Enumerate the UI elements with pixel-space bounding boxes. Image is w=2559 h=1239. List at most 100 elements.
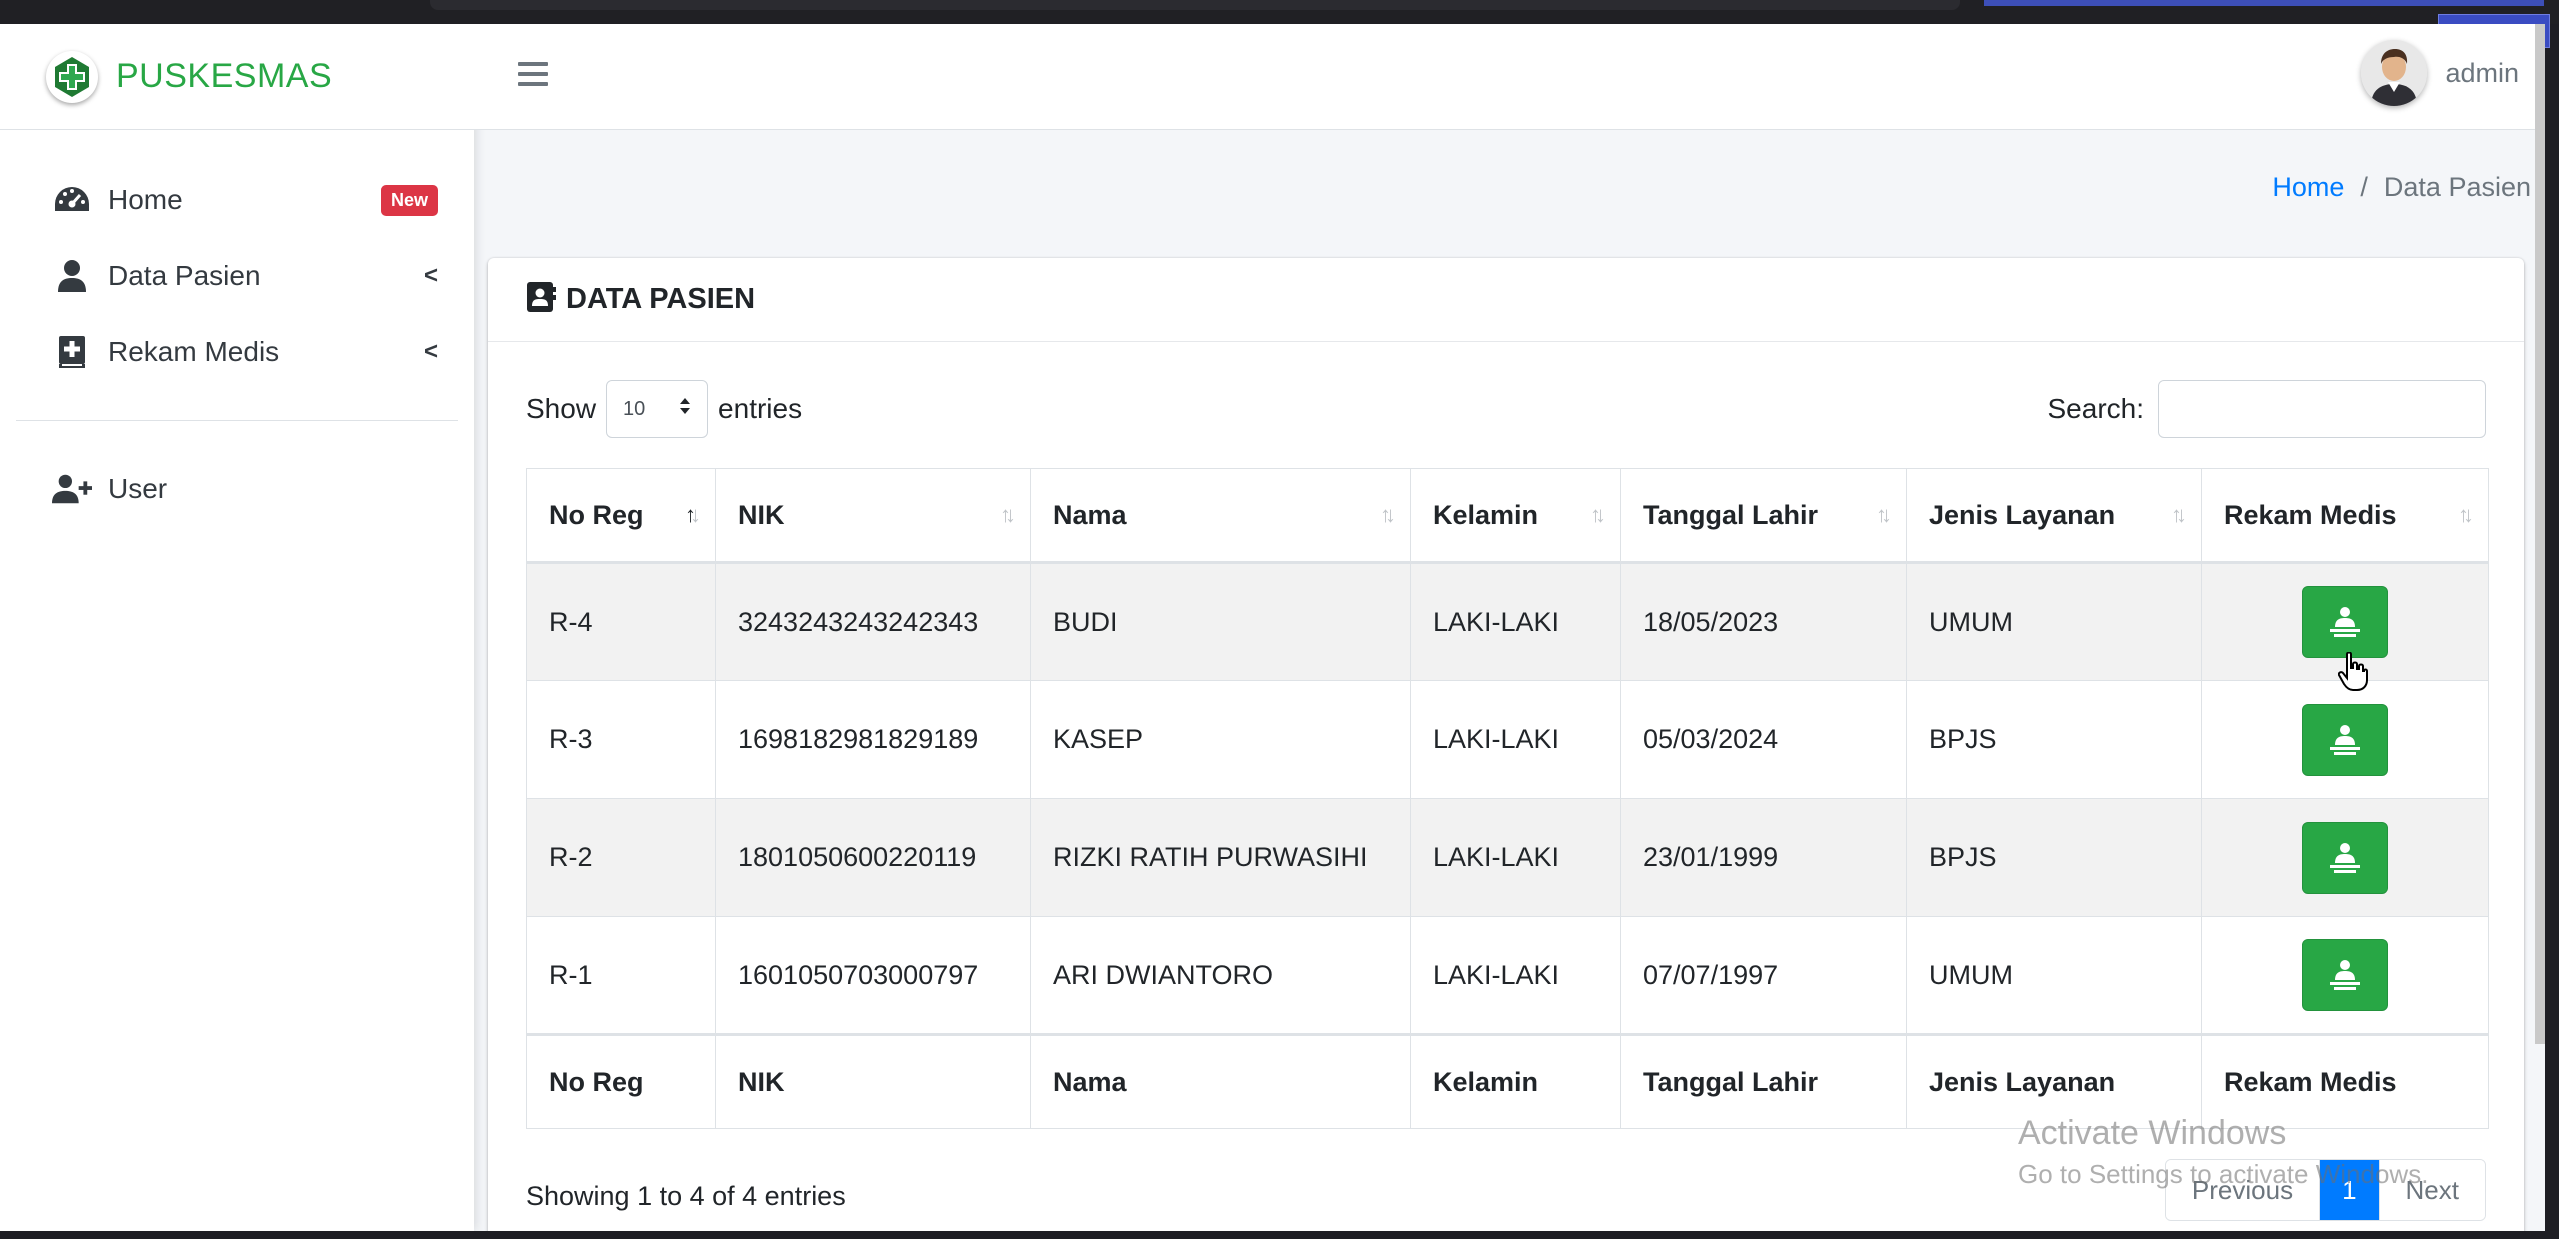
sidebar-item-user[interactable]: User bbox=[16, 453, 458, 525]
app-window: PUSKESMAS Home New Data Pasien < Rekam M… bbox=[0, 24, 2545, 1231]
user-name: admin bbox=[2445, 57, 2519, 88]
footer-nama: Nama bbox=[1030, 1033, 1411, 1129]
vertical-scrollbar[interactable] bbox=[2535, 24, 2545, 1044]
sidebar-item-home[interactable]: Home New bbox=[16, 164, 458, 236]
breadcrumb-separator: / bbox=[2360, 172, 2368, 202]
cell-tanggal-lahir: 07/07/1997 bbox=[1620, 916, 1907, 1035]
chevron-left-icon: < bbox=[423, 338, 438, 365]
cell-nama: ARI DWIANTORO bbox=[1030, 916, 1411, 1035]
sidebar-item-label: Home bbox=[108, 184, 183, 215]
pagination: Previous 1 Next bbox=[2164, 1159, 2486, 1221]
length-value: 10 bbox=[623, 397, 646, 420]
search-control: Search: bbox=[2048, 380, 2486, 438]
sort-updown-icon bbox=[679, 397, 691, 421]
pagination-previous-button[interactable]: Previous bbox=[2165, 1160, 2320, 1220]
entries-label: entries bbox=[718, 393, 803, 424]
cell-nik: 1601050703000797 bbox=[715, 916, 1031, 1035]
column-header-no-reg[interactable]: No Reg ↑↓ bbox=[526, 468, 716, 564]
table-footer: Showing 1 to 4 of 4 entries Previous 1 N… bbox=[488, 1159, 2524, 1231]
footer-rekam-medis: Rekam Medis bbox=[2201, 1033, 2489, 1129]
column-header-rekam-medis[interactable]: Rekam Medis ↑↓ bbox=[2201, 468, 2489, 564]
cell-tanggal-lahir: 18/05/2023 bbox=[1620, 562, 1907, 681]
cell-no-reg: R-3 bbox=[526, 680, 716, 799]
sort-icon: ↑↓ bbox=[1590, 502, 1606, 527]
user-icon bbox=[52, 259, 92, 293]
footer-nik: NIK bbox=[715, 1033, 1031, 1129]
table-info: Showing 1 to 4 of 4 entries bbox=[526, 1181, 846, 1211]
patients-table: No Reg ↑↓ NIK ↑↓ Nama ↑↓ Kelamin ↑↓ Tanggal … bbox=[526, 468, 2489, 1129]
cell-rekam-medis bbox=[2201, 916, 2489, 1035]
sort-icon: ↑↓ bbox=[2458, 502, 2474, 527]
address-bar[interactable] bbox=[430, 0, 1960, 10]
cell-nik: 1801050600220119 bbox=[715, 798, 1031, 917]
cell-tanggal-lahir: 05/03/2024 bbox=[1620, 680, 1907, 799]
sort-icon: ↑↓ bbox=[1380, 502, 1396, 527]
cell-tanggal-lahir: 23/01/1999 bbox=[1620, 798, 1907, 917]
search-input[interactable] bbox=[2158, 380, 2486, 438]
card-title: DATA PASIEN bbox=[566, 283, 756, 315]
column-header-kelamin[interactable]: Kelamin ↑↓ bbox=[1410, 468, 1621, 564]
sort-icon: ↑↓ bbox=[1000, 502, 1016, 527]
sidebar-item-rekam-medis[interactable]: Rekam Medis < bbox=[16, 316, 458, 388]
table-row: R-2 1801050600220119 RIZKI RATIH PURWASI… bbox=[526, 798, 2489, 917]
cell-kelamin: LAKI-LAKI bbox=[1410, 798, 1621, 917]
cell-no-reg: R-4 bbox=[526, 562, 716, 681]
sidebar-item-label: User bbox=[108, 473, 168, 504]
table-row: R-1 1601050703000797 ARI DWIANTORO LAKI-… bbox=[526, 916, 2489, 1035]
doctor-icon bbox=[2330, 842, 2360, 873]
footer-kelamin: Kelamin bbox=[1410, 1033, 1621, 1129]
cell-kelamin: LAKI-LAKI bbox=[1410, 562, 1621, 681]
browser-accent-strip bbox=[1984, 0, 2544, 6]
doctor-icon bbox=[2330, 960, 2360, 990]
breadcrumb-home-link[interactable]: Home bbox=[2272, 172, 2344, 203]
table-row: R-4 3243243243242343 BUDI LAKI-LAKI 18/0… bbox=[526, 562, 2489, 681]
breadcrumb: Home / Data Pasien bbox=[2272, 172, 2531, 203]
cell-nik: 3243243243242343 bbox=[715, 562, 1031, 681]
data-pasien-card: DATA PASIEN Show 10 entries Search: No R… bbox=[488, 258, 2524, 1231]
user-plus-icon bbox=[52, 472, 92, 506]
rekam-medis-button[interactable] bbox=[2302, 939, 2388, 1011]
column-header-nama[interactable]: Nama ↑↓ bbox=[1030, 468, 1411, 564]
rekam-medis-button[interactable] bbox=[2302, 703, 2388, 776]
table-header-row: No Reg ↑↓ NIK ↑↓ Nama ↑↓ Kelamin ↑↓ Tanggal … bbox=[526, 468, 2489, 564]
new-badge: New bbox=[380, 184, 438, 216]
rekam-medis-button[interactable] bbox=[2302, 586, 2388, 658]
show-label: Show bbox=[526, 393, 597, 424]
breadcrumb-current: Data Pasien bbox=[2383, 172, 2531, 202]
table-row: R-3 1698182981829189 KASEP LAKI-LAKI 05/… bbox=[526, 680, 2489, 799]
column-header-nik[interactable]: NIK ↑↓ bbox=[715, 468, 1031, 564]
cell-rekam-medis bbox=[2201, 680, 2489, 799]
cell-kelamin: LAKI-LAKI bbox=[1410, 680, 1621, 799]
sidebar-nav: Home New Data Pasien < Rekam Medis < Use… bbox=[0, 130, 474, 525]
entries-length-select[interactable]: 10 bbox=[606, 380, 709, 438]
tachometer-icon bbox=[52, 183, 92, 217]
sort-icon: ↑↓ bbox=[1876, 502, 1892, 527]
user-menu[interactable]: admin bbox=[2361, 40, 2519, 106]
brand-link[interactable]: PUSKESMAS bbox=[0, 24, 474, 130]
cell-no-reg: R-2 bbox=[526, 798, 716, 917]
sort-icon: ↑↓ bbox=[2171, 502, 2187, 527]
cell-jenis-layanan: UMUM bbox=[1906, 916, 2202, 1035]
column-header-jenis-layanan[interactable]: Jenis Layanan ↑↓ bbox=[1906, 468, 2202, 564]
length-control: Show 10 entries bbox=[526, 380, 802, 438]
sidebar-divider bbox=[16, 420, 458, 421]
browser-chrome bbox=[0, 0, 2559, 48]
sort-asc-icon: ↑↓ bbox=[685, 502, 701, 527]
rekam-medis-button[interactable] bbox=[2302, 821, 2388, 894]
sidebar-item-label: Data Pasien bbox=[108, 260, 261, 291]
pagination-page-1[interactable]: 1 bbox=[2319, 1160, 2379, 1220]
address-card-icon bbox=[526, 281, 556, 318]
column-header-tanggal-lahir[interactable]: Tanggal Lahir ↑↓ bbox=[1620, 468, 1907, 564]
top-navbar: admin bbox=[474, 24, 2545, 130]
pagination-next-button[interactable]: Next bbox=[2378, 1160, 2485, 1220]
cell-nik: 1698182981829189 bbox=[715, 680, 1031, 799]
sidebar-item-data-pasien[interactable]: Data Pasien < bbox=[16, 240, 458, 312]
cell-nama: BUDI bbox=[1030, 562, 1411, 681]
medical-book-icon bbox=[52, 335, 92, 369]
cell-no-reg: R-1 bbox=[526, 916, 716, 1035]
menu-toggle-icon[interactable] bbox=[518, 62, 548, 92]
doctor-icon bbox=[2330, 724, 2360, 755]
doctor-icon bbox=[2330, 607, 2360, 637]
chevron-left-icon: < bbox=[423, 262, 438, 289]
avatar bbox=[2361, 40, 2428, 106]
